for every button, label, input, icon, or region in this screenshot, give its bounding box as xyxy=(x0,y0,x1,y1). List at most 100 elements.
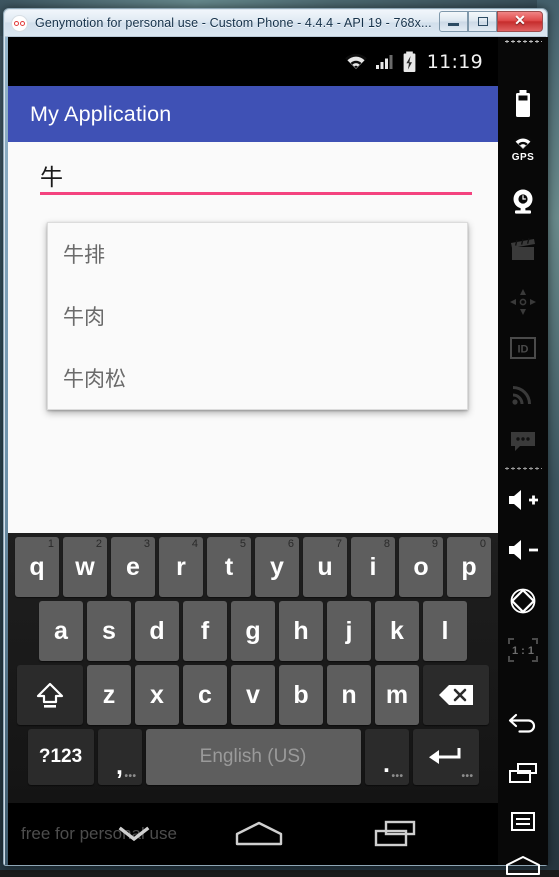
key-g[interactable]: g xyxy=(231,601,275,661)
sidebar-item-gps[interactable]: GPS xyxy=(498,137,548,163)
sidebar-item-rotate[interactable] xyxy=(498,586,548,616)
period-key[interactable]: . ••• xyxy=(365,729,409,785)
key-label: e xyxy=(126,553,140,582)
sidebar-item-battery[interactable] xyxy=(498,89,548,119)
battery-icon xyxy=(513,89,533,119)
key-q[interactable]: 1q xyxy=(15,537,59,597)
key-c[interactable]: c xyxy=(183,665,227,725)
key-r[interactable]: 4r xyxy=(159,537,203,597)
key-label: . xyxy=(383,750,390,779)
key-label: n xyxy=(341,681,356,710)
restore-icon xyxy=(478,17,488,26)
sidebar-item-identifiers[interactable]: ID xyxy=(498,334,548,362)
key-l[interactable]: l xyxy=(423,601,467,661)
autocomplete-input-value[interactable]: 牛 xyxy=(40,158,472,192)
cellular-signal-icon xyxy=(375,52,395,71)
key-p[interactable]: 0p xyxy=(447,537,491,597)
scale-one-to-one-icon: 1 : 1 xyxy=(505,635,541,665)
enter-key[interactable]: ••• xyxy=(413,729,479,785)
key-f[interactable]: f xyxy=(183,601,227,661)
window-title: Genymotion for personal use - Custom Pho… xyxy=(35,16,432,30)
sidebar-drag-handle[interactable] xyxy=(504,40,542,43)
input-underline xyxy=(40,192,472,195)
key-label: f xyxy=(201,617,209,646)
key-d[interactable]: d xyxy=(135,601,179,661)
sidebar-item-video[interactable] xyxy=(498,237,548,263)
key-label: a xyxy=(54,617,68,646)
key-label: m xyxy=(386,681,408,710)
key-h[interactable]: h xyxy=(279,601,323,661)
key-m[interactable]: m xyxy=(375,665,419,725)
shift-key[interactable] xyxy=(17,665,83,725)
key-more-dots: ••• xyxy=(461,771,473,782)
key-z[interactable]: z xyxy=(87,665,131,725)
key-e[interactable]: 3e xyxy=(111,537,155,597)
key-k[interactable]: k xyxy=(375,601,419,661)
key-label: r xyxy=(176,553,186,582)
recents-icon xyxy=(507,762,539,786)
sidebar-item-network[interactable] xyxy=(498,381,548,407)
suggestion-item[interactable]: 牛肉 xyxy=(48,285,467,347)
key-v[interactable]: v xyxy=(231,665,275,725)
key-label: p xyxy=(461,553,476,582)
symbols-key[interactable]: ?123 xyxy=(28,729,94,785)
key-label: y xyxy=(270,553,284,582)
key-s[interactable]: s xyxy=(87,601,131,661)
sms-icon xyxy=(508,430,538,454)
sidebar-item-scale[interactable]: 1 : 1 xyxy=(498,635,548,665)
key-label: j xyxy=(346,617,353,646)
identifiers-icon: ID xyxy=(509,334,537,362)
nav-home-button[interactable] xyxy=(231,819,287,849)
suggestion-item[interactable]: 牛排 xyxy=(48,223,467,285)
genymotion-logo-icon xyxy=(11,15,28,32)
sidebar-item-home[interactable] xyxy=(498,855,548,877)
suggestion-item[interactable]: 牛肉松 xyxy=(48,347,467,409)
key-label: s xyxy=(102,617,116,646)
key-label: g xyxy=(245,617,260,646)
sidebar-item-volume-down[interactable] xyxy=(498,537,548,563)
key-label: h xyxy=(293,617,308,646)
key-j[interactable]: j xyxy=(327,601,371,661)
svg-text:ID: ID xyxy=(518,344,529,356)
nav-back-button[interactable] xyxy=(112,821,156,847)
sidebar-item-back[interactable] xyxy=(498,709,548,733)
key-label: , xyxy=(116,752,123,781)
key-y[interactable]: 6y xyxy=(255,537,299,597)
key-x[interactable]: x xyxy=(135,665,179,725)
android-status-bar: 11:19 xyxy=(8,37,498,86)
key-t[interactable]: 5t xyxy=(207,537,251,597)
comma-key[interactable]: , ••• xyxy=(98,729,142,785)
key-n[interactable]: n xyxy=(327,665,371,725)
minimize-button[interactable] xyxy=(439,11,468,32)
sidebar-item-recents[interactable] xyxy=(498,762,548,786)
sidebar-item-sms[interactable] xyxy=(498,430,548,454)
space-key[interactable]: English (US) xyxy=(146,729,361,785)
app-bar: My Application xyxy=(8,86,498,142)
key-u[interactable]: 7u xyxy=(303,537,347,597)
key-b[interactable]: b xyxy=(279,665,323,725)
nav-recents-button[interactable] xyxy=(370,819,422,849)
key-label: b xyxy=(293,681,308,710)
wifi-icon xyxy=(344,52,368,71)
window-titlebar[interactable]: Genymotion for personal use - Custom Pho… xyxy=(5,10,546,37)
backspace-key[interactable] xyxy=(423,665,489,725)
network-icon xyxy=(510,381,536,407)
android-nav-bar: free for personal use xyxy=(8,803,498,865)
key-o[interactable]: 9o xyxy=(399,537,443,597)
key-i[interactable]: 8i xyxy=(351,537,395,597)
recents-icon xyxy=(370,819,422,849)
sidebar-item-controls[interactable] xyxy=(498,287,548,317)
maximize-button[interactable] xyxy=(468,11,497,32)
autocomplete-field[interactable]: 牛 xyxy=(40,158,472,195)
key-a[interactable]: a xyxy=(39,601,83,661)
key-w[interactable]: 2w xyxy=(63,537,107,597)
sidebar-item-camera[interactable] xyxy=(498,187,548,217)
close-button[interactable]: ✕ xyxy=(497,11,543,32)
sidebar-item-volume-up[interactable] xyxy=(498,487,548,513)
key-label: w xyxy=(75,553,94,582)
key-hint: 8 xyxy=(384,538,390,550)
minimize-icon xyxy=(448,23,459,26)
sidebar-item-menu[interactable] xyxy=(498,810,548,834)
key-label: v xyxy=(246,681,260,710)
volume-down-icon xyxy=(506,537,540,563)
